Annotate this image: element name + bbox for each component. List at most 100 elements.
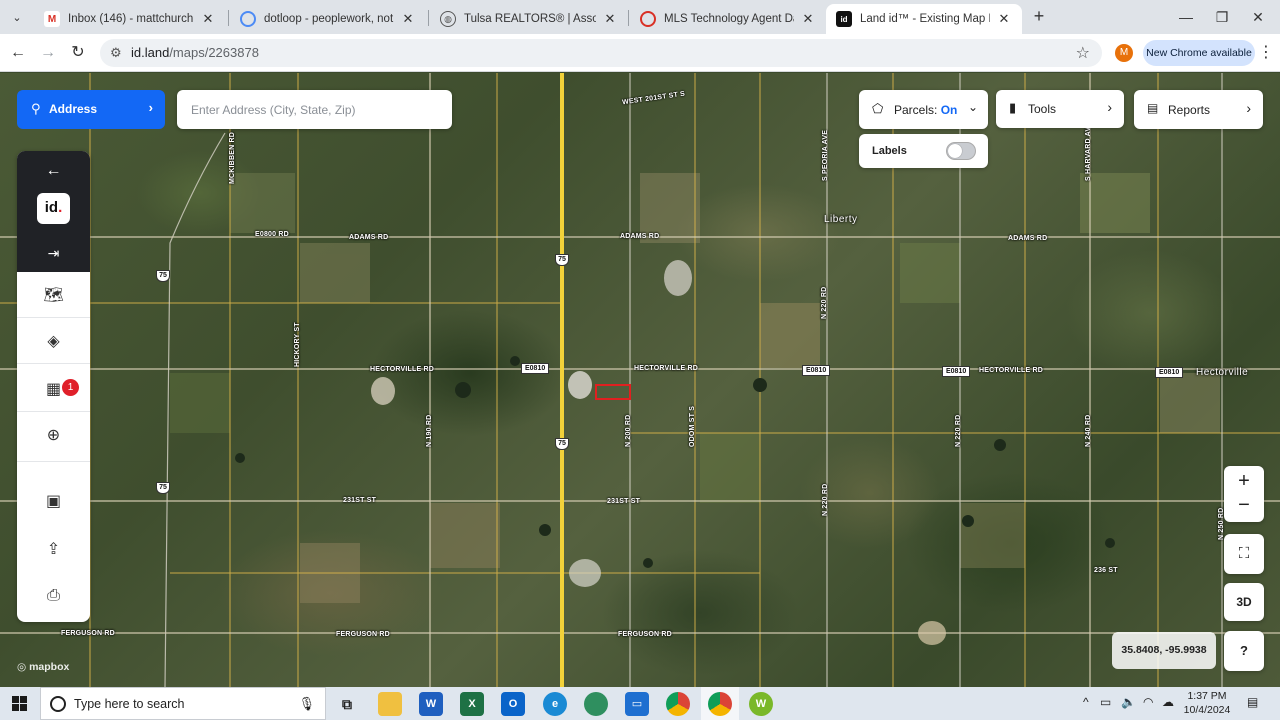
wifi-icon[interactable]: ◠ xyxy=(1143,695,1153,709)
chevron-right-icon: › xyxy=(1107,99,1112,115)
help-button[interactable]: ? xyxy=(1224,631,1264,671)
place-label-liberty: Liberty xyxy=(824,214,858,225)
address-bar[interactable]: ⚙ id.land/maps/2263878 ☆ xyxy=(100,39,1102,67)
browser-tab-strip: ⌄ M Inbox (146) - mattchurch@grea ✕ dotl… xyxy=(0,0,1280,34)
tools-button[interactable]: ▮ Tools › xyxy=(996,90,1124,128)
3d-toggle-button[interactable]: 3D xyxy=(1224,583,1264,621)
word-icon[interactable]: W xyxy=(419,692,443,716)
url-path: /maps/2263878 xyxy=(169,45,259,60)
zoom-in-button[interactable]: + xyxy=(1224,468,1264,494)
task-view-icon[interactable]: ⧉ xyxy=(335,692,359,716)
tab-land-id[interactable]: id Land id™ - Existing Map Edit ✕ xyxy=(826,4,1022,34)
tab-separator xyxy=(428,10,429,26)
mapbox-attribution[interactable]: ◎ mapbox xyxy=(17,661,69,673)
selected-parcel[interactable] xyxy=(595,384,631,400)
chrome-menu-icon[interactable]: ⋮ xyxy=(1258,42,1274,62)
notifications-icon[interactable]: ▤ xyxy=(1247,695,1258,709)
labels-panel: Labels xyxy=(859,134,988,168)
close-tab-icon[interactable]: ✕ xyxy=(602,11,618,27)
add-location-icon[interactable]: ⊕ xyxy=(17,415,90,455)
save-icon[interactable]: ▣ xyxy=(17,481,90,521)
browser-toolbar: ← → ↻ ⚙ id.land/maps/2263878 ☆ M New Chr… xyxy=(0,34,1280,72)
excel-icon[interactable]: X xyxy=(460,692,484,716)
back-icon[interactable]: ← xyxy=(6,41,30,65)
outlook-icon[interactable]: O xyxy=(501,692,525,716)
chrome-icon[interactable] xyxy=(666,692,690,716)
globe-app-icon[interactable] xyxy=(584,692,608,716)
address-search-button[interactable]: ⚲ Address › xyxy=(17,90,165,129)
close-tab-icon[interactable]: ✕ xyxy=(800,11,816,27)
labels-toggle[interactable] xyxy=(946,142,976,160)
close-tab-icon[interactable]: ✕ xyxy=(200,11,216,27)
landid-logo[interactable]: id. xyxy=(37,193,70,224)
route-label: E0810 xyxy=(521,363,550,374)
reports-label: Reports xyxy=(1168,103,1211,117)
edge-icon[interactable]: e xyxy=(543,692,567,716)
chevron-down-icon: ⌄ xyxy=(967,100,978,114)
zoom-out-button[interactable]: − xyxy=(1224,494,1264,520)
reload-icon[interactable]: ↻ xyxy=(66,41,90,65)
tools-icon: ▮ xyxy=(1009,100,1017,115)
tab-title: dotloop - peoplework, not pape xyxy=(264,13,394,25)
show-hidden-icons[interactable]: ^ xyxy=(1083,695,1089,709)
parcels-toggle-button[interactable]: ⬠ Parcels: On ⌄ xyxy=(859,90,988,129)
restore-icon[interactable]: ❐ xyxy=(1202,4,1242,30)
file-explorer-icon[interactable] xyxy=(378,692,402,716)
properties-icon[interactable]: ▦ xyxy=(17,369,90,409)
chrome-update-button[interactable]: New Chrome available xyxy=(1143,40,1255,66)
us-75-shield: 75 xyxy=(555,438,569,450)
microphone-icon[interactable]: 🎙 xyxy=(298,696,315,712)
tab-gmail[interactable]: M Inbox (146) - mattchurch@grea ✕ xyxy=(34,4,226,34)
road-label: N 220 RD xyxy=(822,483,829,516)
sidebar-divider xyxy=(17,363,90,364)
satellite-map[interactable]: WEST 201ST ST S E0800 RD ADAMS RD ADAMS … xyxy=(0,73,1280,687)
road-label: HECTORVILLE RD xyxy=(370,366,434,373)
battery-icon[interactable]: ▭ xyxy=(1100,695,1111,709)
fit-bounds-icon[interactable]: ⛶ xyxy=(1224,534,1264,574)
close-window-icon[interactable]: ✕ xyxy=(1238,4,1278,30)
profile-avatar[interactable]: M xyxy=(1115,44,1133,62)
reports-button[interactable]: ▤ Reports › xyxy=(1134,90,1263,129)
clearing xyxy=(371,377,395,405)
windows-start-icon[interactable] xyxy=(12,696,27,711)
url-host: id.land xyxy=(131,45,170,60)
bookmark-star-icon[interactable]: ☆ xyxy=(1076,43,1090,63)
left-sidebar: ← id. ⇥ 🗺 ◈ ▦ 1 ⊕ ▣ ⇪ ⎙ xyxy=(17,151,90,622)
volume-icon[interactable]: 🔈 xyxy=(1121,695,1136,709)
tab-dotloop[interactable]: dotloop - peoplework, not pape ✕ xyxy=(230,4,426,34)
chrome-profile-icon[interactable] xyxy=(708,692,732,716)
share-icon[interactable]: ⇪ xyxy=(17,529,90,569)
taskbar-clock[interactable]: 1:37 PM 10/4/2024 xyxy=(1182,689,1232,717)
cortana-icon xyxy=(50,696,66,712)
road-label: HECTORVILLE RD xyxy=(634,365,698,372)
labels-label: Labels xyxy=(872,145,907,157)
new-tab-button[interactable]: + xyxy=(1028,6,1050,28)
close-tab-icon[interactable]: ✕ xyxy=(400,11,416,27)
zoom-control: + − xyxy=(1224,466,1264,522)
onedrive-icon[interactable]: ☁ xyxy=(1162,695,1174,709)
remote-desktop-icon[interactable]: ▭ xyxy=(625,692,649,716)
map-icon[interactable]: 🗺 xyxy=(17,275,90,315)
layers-icon[interactable]: ◈ xyxy=(17,321,90,361)
tab-tulsa-realtors[interactable]: ◍ Tulsa REALTORS® | Association ✕ xyxy=(430,4,628,34)
notification-badge: 1 xyxy=(62,379,79,396)
site-info-icon[interactable]: ⚙ xyxy=(110,45,122,61)
forward-icon[interactable]: → xyxy=(36,41,60,65)
road-label: 231ST ST xyxy=(607,498,641,505)
road-label: ODOM ST S xyxy=(689,405,696,447)
road-label: N 220 RD xyxy=(955,414,962,447)
tab-title: MLS Technology Agent Dashbo xyxy=(664,13,794,25)
tab-search-dropdown-icon[interactable]: ⌄ xyxy=(6,6,28,28)
road-label: FERGUSON RD xyxy=(618,631,672,638)
expand-panel-icon[interactable]: ⇥ xyxy=(17,233,90,273)
address-search-input[interactable] xyxy=(177,90,452,129)
back-arrow-icon[interactable]: ← xyxy=(17,151,90,191)
minimize-icon[interactable]: — xyxy=(1166,4,1206,30)
reports-icon: ▤ xyxy=(1147,101,1159,115)
w-app-icon[interactable]: W xyxy=(749,692,773,716)
print-icon[interactable]: ⎙ xyxy=(17,576,90,616)
close-tab-icon[interactable]: ✕ xyxy=(996,11,1012,27)
tab-mls-technology[interactable]: MLS Technology Agent Dashbo ✕ xyxy=(630,4,826,34)
taskbar-search-box[interactable]: Type here to search 🎙 xyxy=(40,687,326,720)
road-label: N 220 RD xyxy=(821,286,828,319)
